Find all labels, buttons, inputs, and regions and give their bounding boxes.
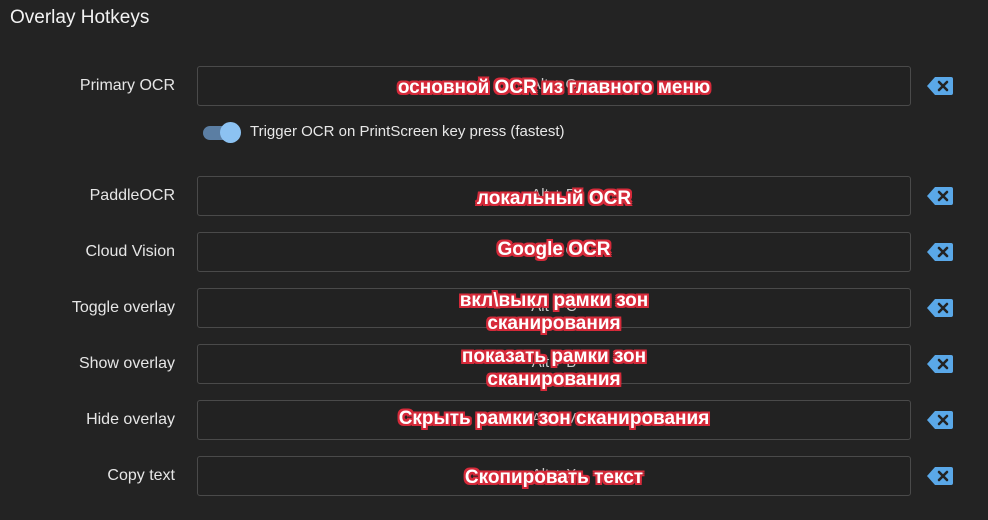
backspace-x-icon: [926, 299, 954, 322]
hotkey-input-paddleocr[interactable]: Alt + Rлокальный OCR: [197, 176, 911, 216]
annotation-text: Google OCR: [497, 239, 611, 260]
backspace-x-icon: [926, 467, 954, 490]
annotation-text: основной OCR из главного меню: [397, 77, 711, 98]
page-title: Overlay Hotkeys: [10, 7, 150, 28]
hotkey-label-primary-ocr: Primary OCR: [79, 77, 175, 94]
backspace-x-icon: [926, 355, 954, 378]
hotkey-input-show-overlay[interactable]: Alt + Bпоказать рамки зон сканирования: [197, 344, 911, 390]
clear-hotkey-button[interactable]: [926, 242, 954, 262]
printscreen-toggle-label: Trigger OCR on PrintScreen key press (fa…: [250, 123, 565, 140]
annotation-text: сканирования: [487, 313, 621, 334]
clear-hotkey-button[interactable]: [926, 410, 954, 430]
hotkey-label-paddleocr: PaddleOCR: [89, 187, 175, 204]
hotkey-row-show-overlay: Show overlay Alt + Bпоказать рамки зон ска…: [0, 344, 988, 390]
hotkey-input-cloud-vision[interactable]: Alt + G Google OCR: [197, 232, 911, 272]
annotation-text: локальный OCR: [476, 188, 632, 209]
backspace-x-icon: [926, 243, 954, 266]
clear-hotkey-button[interactable]: [926, 298, 954, 318]
annotation-text: вкл\выкл рамки зон: [459, 290, 649, 311]
hotkey-row-cloud-vision: Cloud Vision Alt + G Google OCR: [0, 232, 988, 272]
annotation-text: показать рамки зон: [461, 346, 647, 367]
clear-hotkey-button[interactable]: [926, 354, 954, 374]
printscreen-toggle-row: Trigger OCR on PrintScreen key press (fa…: [203, 121, 703, 143]
hotkey-row-toggle-overlay: Toggle overlay Alt + Cвкл\выкл рамки зон с…: [0, 288, 988, 334]
hotkey-input-copy-text[interactable]: Alt + X Скопировать текст: [197, 456, 911, 496]
hotkey-label-hide-overlay: Hide overlay: [86, 411, 175, 428]
hotkey-row-copy-text: Copy text Alt + X Скопировать текст: [0, 456, 988, 496]
clear-hotkey-button[interactable]: [926, 76, 954, 96]
hotkey-row-hide-overlay: Hide overlay Alt + V Скрыть рамки зон скан…: [0, 400, 988, 440]
annotation-text: сканирования: [487, 369, 621, 390]
backspace-x-icon: [926, 187, 954, 210]
clear-hotkey-button[interactable]: [926, 466, 954, 486]
hotkey-label-cloud-vision: Cloud Vision: [85, 243, 175, 260]
hotkey-input-hide-overlay[interactable]: Alt + V Скрыть рамки зон сканирования: [197, 400, 911, 440]
hotkey-label-copy-text: Copy text: [107, 467, 175, 484]
hotkey-input-toggle-overlay[interactable]: Alt + Cвкл\выкл рамки зон сканирования: [197, 288, 911, 334]
backspace-x-icon: [926, 77, 954, 100]
printscreen-toggle-switch[interactable]: [203, 122, 241, 143]
backspace-x-icon: [926, 411, 954, 434]
annotation-text: Скрыть рамки зон сканирования: [398, 408, 710, 429]
clear-hotkey-button[interactable]: [926, 186, 954, 206]
hotkey-row-paddleocr: PaddleOCR Alt + Rлокальный OCR: [0, 176, 988, 216]
hotkey-label-toggle-overlay: Toggle overlay: [71, 299, 175, 316]
hotkey-row-primary-ocr: Primary OCR Alt + Qосновной OCR из главно…: [0, 66, 988, 106]
toggle-knob: [220, 122, 241, 143]
hotkey-input-primary-ocr[interactable]: Alt + Qосновной OCR из главного меню: [197, 66, 911, 106]
annotation-text: Скопировать текст: [464, 467, 644, 488]
hotkey-label-show-overlay: Show overlay: [78, 355, 175, 372]
